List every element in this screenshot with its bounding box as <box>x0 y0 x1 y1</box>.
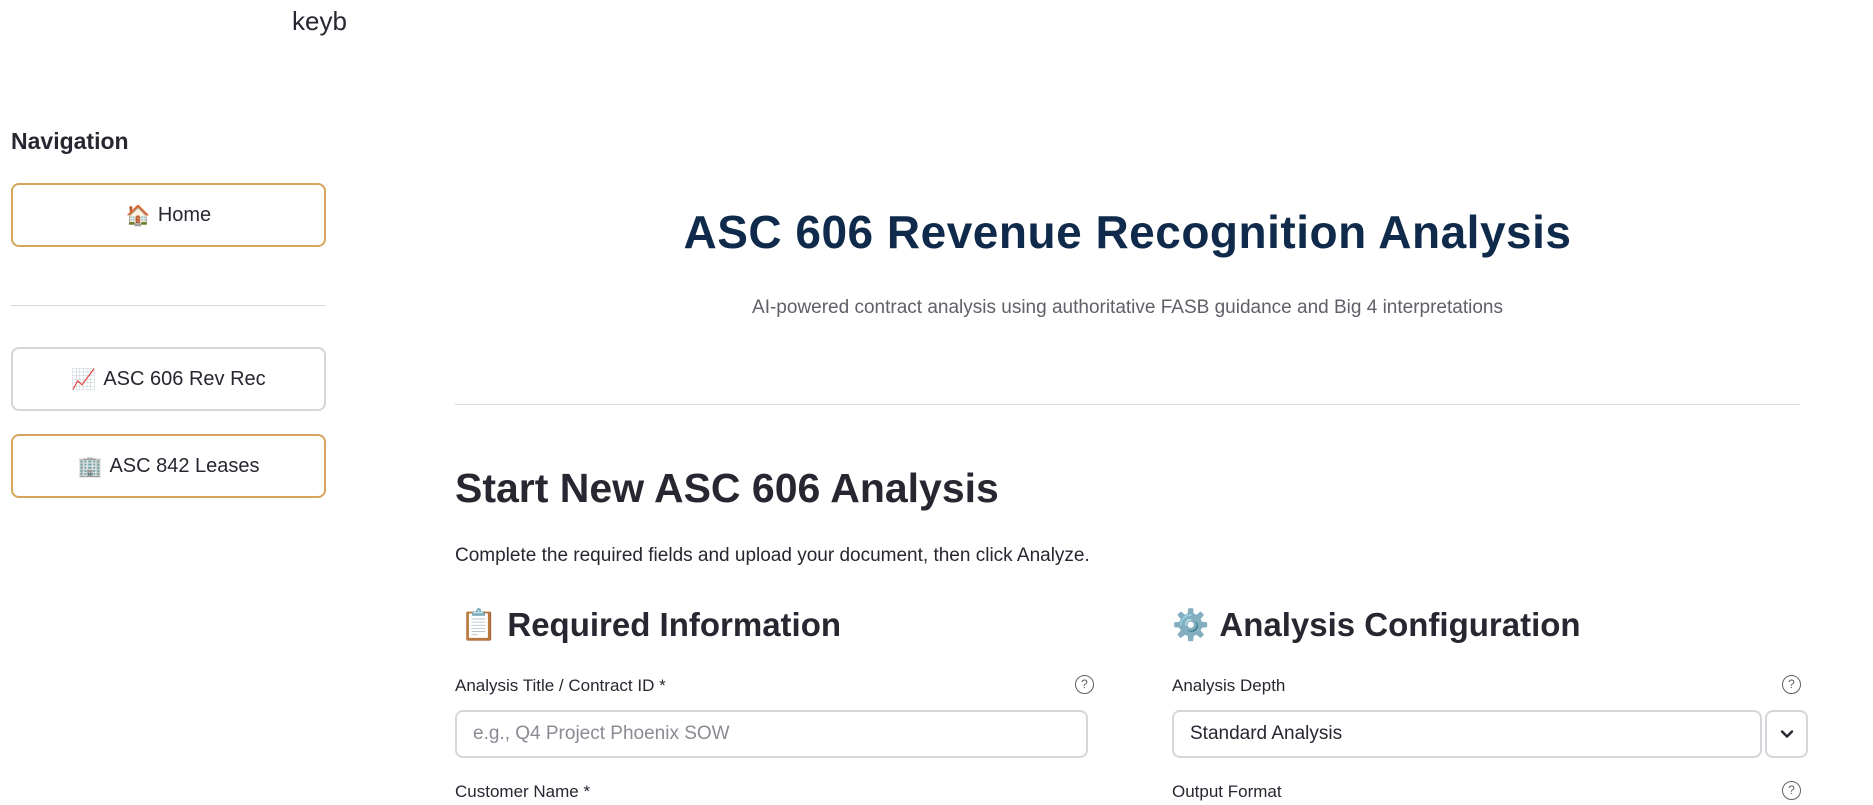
home-button-label: Home <box>157 203 212 226</box>
analysis-title-input[interactable] <box>455 710 1088 758</box>
header-divider <box>455 404 1800 405</box>
analysis-config-heading-label: Analysis Configuration <box>1219 606 1581 643</box>
section-description: Complete the required fields and upload … <box>455 545 1090 566</box>
required-info-heading: 📋 Required Information <box>460 606 841 644</box>
sidebar-clipped-text: keyb <box>292 6 347 36</box>
sidebar-divider <box>11 305 326 306</box>
analysis-title-label: Analysis Title / Contract ID * <box>455 676 666 695</box>
chevron-down-icon <box>1780 730 1793 738</box>
output-format-label: Output Format <box>1172 782 1282 801</box>
clipboard-icon: 📋 <box>460 608 498 642</box>
page-subtitle: AI-powered contract analysis using autho… <box>752 297 1503 318</box>
office-building-icon: 🏢 <box>77 455 103 478</box>
analysis-depth-select[interactable]: Standard Analysis <box>1172 710 1762 758</box>
help-icon[interactable]: ? <box>1782 781 1801 800</box>
help-icon[interactable]: ? <box>1782 675 1801 694</box>
section-title: Start New ASC 606 Analysis <box>455 465 999 511</box>
asc-842-button-label: ASC 842 Leases <box>109 454 260 477</box>
asc-606-button-label: ASC 606 Rev Rec <box>103 367 266 390</box>
analysis-config-heading: ⚙️ Analysis Configuration <box>1172 606 1581 644</box>
help-icon[interactable]: ? <box>1075 675 1094 694</box>
customer-name-label: Customer Name * <box>455 782 591 801</box>
chart-increasing-icon: 📈 <box>71 368 97 391</box>
navigation-heading: Navigation <box>11 128 129 154</box>
home-button[interactable]: 🏠 Home <box>11 183 326 247</box>
asc-842-button[interactable]: 🏢 ASC 842 Leases <box>11 434 326 498</box>
house-icon: 🏠 <box>125 204 151 227</box>
analysis-depth-dropdown-button[interactable] <box>1765 710 1808 758</box>
analysis-depth-label: Analysis Depth <box>1172 676 1286 695</box>
required-info-heading-label: Required Information <box>507 606 842 643</box>
sidebar: keyb Navigation 🏠 Home 📈 ASC 606 Rev Rec… <box>0 0 360 805</box>
analysis-depth-value: Standard Analysis <box>1190 723 1343 744</box>
asc-606-button[interactable]: 📈 ASC 606 Rev Rec <box>11 347 326 411</box>
page-title: ASC 606 Revenue Recognition Analysis <box>683 206 1572 258</box>
gear-icon: ⚙️ <box>1172 608 1210 642</box>
